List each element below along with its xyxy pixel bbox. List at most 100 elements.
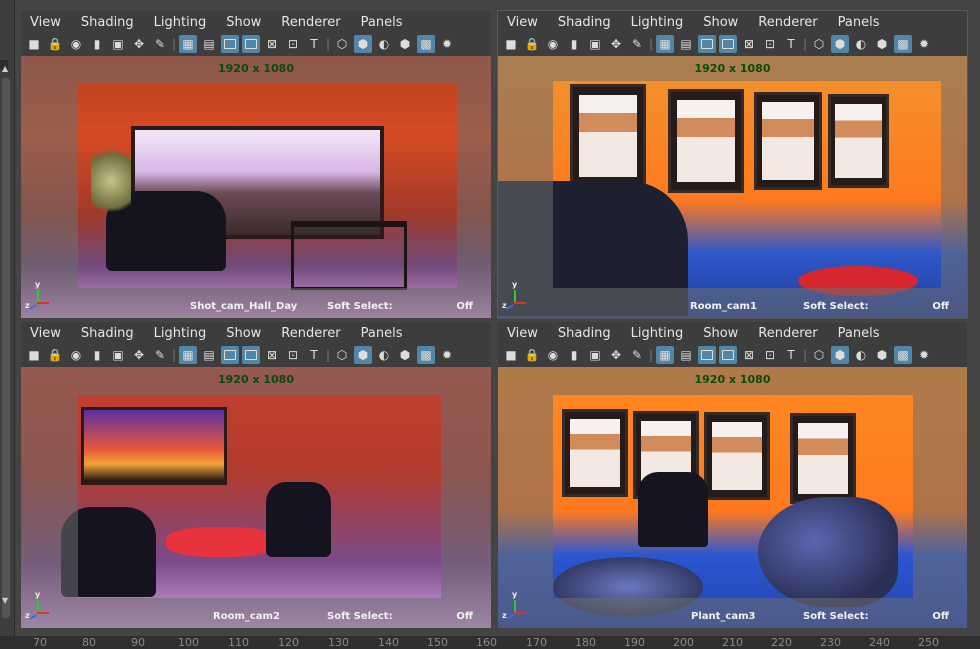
safe-title-icon[interactable]: T xyxy=(305,346,323,364)
textured-icon[interactable]: ▩ xyxy=(894,346,912,364)
default-material-icon[interactable]: ◐ xyxy=(852,35,870,53)
viewport-panel-top-left[interactable]: View Shading Lighting Show Renderer Pane… xyxy=(21,11,491,318)
camera-icon[interactable]: ■ xyxy=(502,346,520,364)
viewport-canvas[interactable]: 1920 x 1080 y z Room_cam1 Soft Select: O… xyxy=(498,56,967,318)
gate-mask-icon[interactable] xyxy=(719,346,737,364)
bookmark-icon[interactable]: ▮ xyxy=(565,35,583,53)
viewport-panel-bottom-right[interactable]: View Shading Lighting Show Renderer Pane… xyxy=(498,322,967,628)
film-gate-icon[interactable]: ▤ xyxy=(677,35,695,53)
menu-view[interactable]: View xyxy=(30,15,61,30)
film-gate-icon[interactable]: ▤ xyxy=(200,35,218,53)
safe-title-icon[interactable]: T xyxy=(782,35,800,53)
bookmark-icon[interactable]: ▮ xyxy=(88,346,106,364)
viewport-canvas[interactable]: 1920 x 1080 y z Plant_cam3 Soft Select: … xyxy=(498,367,967,628)
wireframe-icon[interactable]: ⬡ xyxy=(810,346,828,364)
safe-title-icon[interactable]: T xyxy=(305,35,323,53)
image-plane-icon[interactable]: ▣ xyxy=(586,346,604,364)
safe-action-icon[interactable]: ⊡ xyxy=(284,35,302,53)
camera-attributes-icon[interactable]: ◉ xyxy=(67,346,85,364)
camera-lock-icon[interactable]: 🔒 xyxy=(46,35,64,53)
field-chart-icon[interactable]: ⊠ xyxy=(740,35,758,53)
bookmark-icon[interactable]: ▮ xyxy=(565,346,583,364)
camera-attributes-icon[interactable]: ◉ xyxy=(544,346,562,364)
time-slider[interactable]: 70 80 90 100 110 120 130 140 150 160 170… xyxy=(0,636,980,649)
grid-icon[interactable]: ▦ xyxy=(179,35,197,53)
field-chart-icon[interactable]: ⊠ xyxy=(263,35,281,53)
image-plane-icon[interactable]: ▣ xyxy=(586,35,604,53)
smooth-shade-icon[interactable]: ⬢ xyxy=(354,346,372,364)
wireframe-icon[interactable]: ⬡ xyxy=(333,346,351,364)
film-gate-icon[interactable]: ▤ xyxy=(200,346,218,364)
scroll-up-icon[interactable]: ▲ xyxy=(2,64,8,73)
gate-mask-icon[interactable] xyxy=(719,35,737,53)
camera-lock-icon[interactable]: 🔒 xyxy=(523,35,541,53)
grid-icon[interactable]: ▦ xyxy=(179,346,197,364)
textured-icon[interactable]: ▩ xyxy=(894,35,912,53)
menu-renderer[interactable]: Renderer xyxy=(281,326,340,341)
wireframe-on-shaded-icon[interactable]: ⬢ xyxy=(396,35,414,53)
wireframe-icon[interactable]: ⬡ xyxy=(333,35,351,53)
camera-attributes-icon[interactable]: ◉ xyxy=(67,35,85,53)
wireframe-icon[interactable]: ⬡ xyxy=(810,35,828,53)
textured-icon[interactable]: ▩ xyxy=(417,35,435,53)
menu-renderer[interactable]: Renderer xyxy=(281,15,340,30)
bookmark-icon[interactable]: ▮ xyxy=(88,35,106,53)
resolution-gate-icon[interactable] xyxy=(698,346,716,364)
menu-panels[interactable]: Panels xyxy=(838,15,880,30)
use-all-lights-icon[interactable]: ✹ xyxy=(438,346,456,364)
camera-lock-icon[interactable]: 🔒 xyxy=(523,346,541,364)
gate-mask-icon[interactable] xyxy=(242,346,260,364)
viewport-panel-top-right[interactable]: View Shading Lighting Show Renderer Pane… xyxy=(497,10,968,319)
safe-action-icon[interactable]: ⊡ xyxy=(284,346,302,364)
grid-icon[interactable]: ▦ xyxy=(656,35,674,53)
menu-view[interactable]: View xyxy=(507,326,538,341)
textured-icon[interactable]: ▩ xyxy=(417,346,435,364)
smooth-shade-icon[interactable]: ⬢ xyxy=(831,346,849,364)
2d-pan-zoom-icon[interactable]: ✥ xyxy=(130,346,148,364)
camera-icon[interactable]: ■ xyxy=(25,346,43,364)
safe-action-icon[interactable]: ⊡ xyxy=(761,346,779,364)
menu-lighting[interactable]: Lighting xyxy=(154,15,207,30)
scrollbar[interactable] xyxy=(2,78,10,618)
default-material-icon[interactable]: ◐ xyxy=(375,35,393,53)
menu-panels[interactable]: Panels xyxy=(361,15,403,30)
menu-show[interactable]: Show xyxy=(226,15,261,30)
menu-shading[interactable]: Shading xyxy=(558,15,611,30)
resolution-gate-icon[interactable] xyxy=(221,346,239,364)
viewport-canvas[interactable]: 1920 x 1080 y z Shot_cam_Hall_Day Soft S… xyxy=(21,56,491,318)
viewport-canvas[interactable]: 1920 x 1080 y z Room_cam2 Soft Select: O… xyxy=(21,367,491,628)
menu-renderer[interactable]: Renderer xyxy=(758,326,817,341)
smooth-shade-icon[interactable]: ⬢ xyxy=(354,35,372,53)
menu-panels[interactable]: Panels xyxy=(838,326,880,341)
menu-show[interactable]: Show xyxy=(703,326,738,341)
grease-pencil-icon[interactable]: ✎ xyxy=(151,346,169,364)
image-plane-icon[interactable]: ▣ xyxy=(109,346,127,364)
wireframe-on-shaded-icon[interactable]: ⬢ xyxy=(873,346,891,364)
use-all-lights-icon[interactable]: ✹ xyxy=(915,35,933,53)
gate-mask-icon[interactable] xyxy=(242,35,260,53)
film-gate-icon[interactable]: ▤ xyxy=(677,346,695,364)
field-chart-icon[interactable]: ⊠ xyxy=(263,346,281,364)
use-all-lights-icon[interactable]: ✹ xyxy=(915,346,933,364)
menu-lighting[interactable]: Lighting xyxy=(631,15,684,30)
menu-shading[interactable]: Shading xyxy=(558,326,611,341)
viewport-panel-bottom-left[interactable]: View Shading Lighting Show Renderer Pane… xyxy=(21,322,491,628)
wireframe-on-shaded-icon[interactable]: ⬢ xyxy=(396,346,414,364)
resolution-gate-icon[interactable] xyxy=(221,35,239,53)
default-material-icon[interactable]: ◐ xyxy=(852,346,870,364)
grid-icon[interactable]: ▦ xyxy=(656,346,674,364)
menu-renderer[interactable]: Renderer xyxy=(758,15,817,30)
camera-icon[interactable]: ■ xyxy=(25,35,43,53)
safe-action-icon[interactable]: ⊡ xyxy=(761,35,779,53)
smooth-shade-icon[interactable]: ⬢ xyxy=(831,35,849,53)
2d-pan-zoom-icon[interactable]: ✥ xyxy=(607,346,625,364)
menu-shading[interactable]: Shading xyxy=(81,326,134,341)
camera-icon[interactable]: ■ xyxy=(502,35,520,53)
camera-lock-icon[interactable]: 🔒 xyxy=(46,346,64,364)
menu-panels[interactable]: Panels xyxy=(361,326,403,341)
menu-view[interactable]: View xyxy=(507,15,538,30)
menu-shading[interactable]: Shading xyxy=(81,15,134,30)
wireframe-on-shaded-icon[interactable]: ⬢ xyxy=(873,35,891,53)
menu-lighting[interactable]: Lighting xyxy=(154,326,207,341)
safe-title-icon[interactable]: T xyxy=(782,346,800,364)
